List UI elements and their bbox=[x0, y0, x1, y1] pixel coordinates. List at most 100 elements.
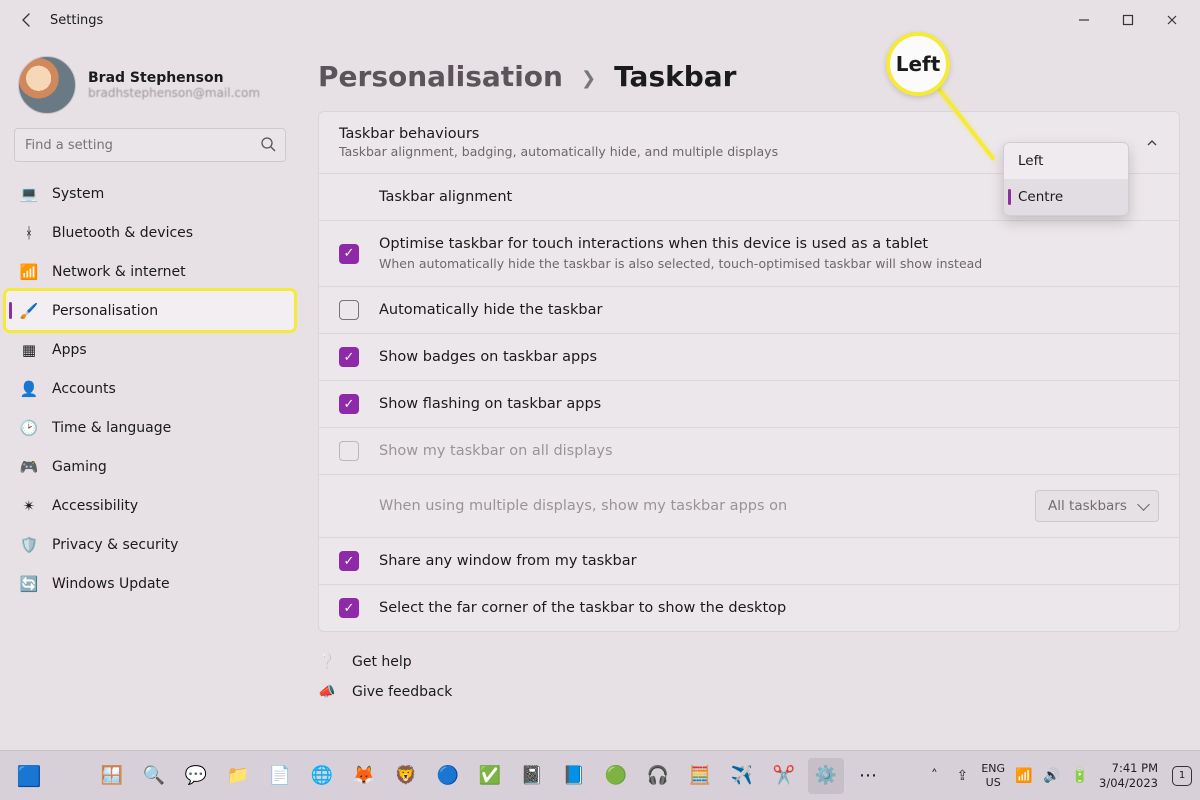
row-far-corner[interactable]: Select the far corner of the taskbar to … bbox=[319, 585, 1179, 631]
firefox-icon[interactable]: 🦊 bbox=[346, 758, 382, 794]
overflow-icon[interactable]: ⋯ bbox=[850, 758, 886, 794]
search-box[interactable] bbox=[14, 128, 286, 162]
account-name: Brad Stephenson bbox=[88, 70, 260, 86]
shield-icon: 🛡️ bbox=[20, 536, 38, 554]
file-explorer-icon[interactable]: 📁 bbox=[220, 758, 256, 794]
checkbox-autohide[interactable] bbox=[339, 300, 359, 320]
sidebar-item-windows-update[interactable]: 🔄Windows Update bbox=[6, 564, 294, 603]
teams-chat-icon[interactable]: 💬 bbox=[178, 758, 214, 794]
sidebar-item-gaming[interactable]: 🎮Gaming bbox=[6, 447, 294, 486]
give-feedback-label: Give feedback bbox=[352, 684, 452, 700]
calculator-icon[interactable]: 🧮 bbox=[682, 758, 718, 794]
share-label: Share any window from my taskbar bbox=[379, 553, 637, 569]
sidebar-item-personalisation[interactable]: 🖌️Personalisation bbox=[6, 291, 294, 330]
titlebar: Settings bbox=[0, 0, 1200, 40]
settings-taskbar-icon[interactable]: ⚙️ bbox=[808, 758, 844, 794]
window-title: Settings bbox=[50, 13, 103, 28]
gaming-icon: 🎮 bbox=[20, 458, 38, 476]
account-email: bradhstephenson@mail.com bbox=[88, 86, 260, 100]
tray-chevron-icon[interactable]: ˄ bbox=[925, 767, 943, 785]
os-taskbar[interactable]: 🟦 🪟 🔍 💬 📁 📄 🌐 🦊 🦁 🔵 ✅ 📓 📘 🟢 🎧 🧮 ✈️ ✂️ ⚙️… bbox=[0, 750, 1200, 800]
breadcrumb-parent[interactable]: Personalisation bbox=[318, 60, 563, 93]
volume-tray-icon[interactable]: 🔊 bbox=[1043, 767, 1061, 785]
alignment-popup[interactable]: Left Centre bbox=[1003, 142, 1129, 216]
all-displays-label: Show my taskbar on all displays bbox=[379, 443, 613, 459]
close-button[interactable] bbox=[1150, 5, 1194, 35]
onenote-icon[interactable]: 📓 bbox=[514, 758, 550, 794]
get-help-link[interactable]: ❔ Get help bbox=[318, 654, 1180, 670]
account-block[interactable]: Brad Stephenson bradhstephenson@mail.com bbox=[0, 50, 300, 128]
callout-text: Left bbox=[896, 52, 941, 76]
optimise-sublabel: When automatically hide the taskbar is a… bbox=[379, 256, 982, 271]
minimize-button[interactable] bbox=[1062, 5, 1106, 35]
sidebar-item-time-language[interactable]: 🕑 Time & language bbox=[6, 408, 294, 447]
sidebar-item-privacy-security[interactable]: 🛡️Privacy & security bbox=[6, 525, 294, 564]
breadcrumb-current: Taskbar bbox=[614, 60, 736, 93]
badges-label: Show badges on taskbar apps bbox=[379, 349, 597, 365]
clock[interactable]: 7:41 PM 3/04/2023 bbox=[1099, 761, 1158, 790]
row-share-window[interactable]: Share any window from my taskbar bbox=[319, 538, 1179, 585]
content: Left Personalisation ❯ Taskbar Taskbar b… bbox=[300, 40, 1200, 750]
callout-bubble: Left bbox=[886, 32, 950, 96]
language-indicator[interactable]: ENG US bbox=[981, 762, 1005, 788]
sidebar-item-system[interactable]: 💻System bbox=[6, 174, 294, 213]
sidebar-item-apps[interactable]: ▦Apps bbox=[6, 330, 294, 369]
sidebar-item-accessibility[interactable]: ✴Accessibility bbox=[6, 486, 294, 525]
chrome-icon[interactable]: 🔵 bbox=[430, 758, 466, 794]
snip-icon[interactable]: ✂️ bbox=[766, 758, 802, 794]
clock-time: 7:41 PM bbox=[1099, 761, 1158, 775]
bluetooth-icon: ᚼ bbox=[20, 224, 38, 242]
autohide-label: Automatically hide the taskbar bbox=[379, 302, 602, 318]
brave-icon[interactable]: 🦁 bbox=[388, 758, 424, 794]
avatar bbox=[18, 56, 76, 114]
notif-count: 1 bbox=[1179, 770, 1185, 781]
notepad-icon[interactable]: 📄 bbox=[262, 758, 298, 794]
checkbox-flashing[interactable] bbox=[339, 394, 359, 414]
telegram-icon[interactable]: ✈️ bbox=[724, 758, 760, 794]
alignment-option-left[interactable]: Left bbox=[1004, 143, 1128, 179]
sidebar-item-label: Network & internet bbox=[52, 264, 186, 280]
spotify-icon[interactable]: 🟢 bbox=[598, 758, 634, 794]
start-button[interactable]: 🪟 bbox=[94, 758, 130, 794]
clock-icon: 🕑 bbox=[20, 419, 38, 437]
sidebar-item-label: Time & language bbox=[52, 420, 171, 436]
search-input[interactable] bbox=[14, 128, 286, 162]
row-multi-displays: When using multiple displays, show my ta… bbox=[319, 475, 1179, 538]
update-icon: 🔄 bbox=[20, 575, 38, 593]
accounts-icon: 👤 bbox=[20, 380, 38, 398]
notifications-button[interactable]: 1 bbox=[1172, 766, 1192, 786]
wifi-tray-icon[interactable]: 📶 bbox=[1015, 767, 1033, 785]
row-autohide[interactable]: Automatically hide the taskbar bbox=[319, 287, 1179, 334]
battery-tray-icon[interactable]: 🔋 bbox=[1071, 767, 1089, 785]
word-icon[interactable]: 📘 bbox=[556, 758, 592, 794]
back-button[interactable] bbox=[10, 3, 44, 37]
dropbox-tray-icon[interactable]: ⇪ bbox=[953, 767, 971, 785]
alignment-option-centre[interactable]: Centre bbox=[1004, 179, 1128, 215]
row-badges[interactable]: Show badges on taskbar apps bbox=[319, 334, 1179, 381]
checkbox-badges[interactable] bbox=[339, 347, 359, 367]
widgets-button[interactable]: 🟦 bbox=[8, 759, 50, 793]
maximize-button[interactable] bbox=[1106, 5, 1150, 35]
lang-line2: US bbox=[981, 776, 1005, 789]
sidebar-item-label: Personalisation bbox=[52, 303, 158, 319]
panel-title: Taskbar behaviours bbox=[339, 126, 778, 142]
give-feedback-link[interactable]: 📣 Give feedback bbox=[318, 684, 1180, 700]
feedback-icon: 📣 bbox=[318, 684, 336, 700]
sidebar: Brad Stephenson bradhstephenson@mail.com… bbox=[0, 40, 300, 750]
sidebar-item-label: Accounts bbox=[52, 381, 116, 397]
row-optimise-touch[interactable]: Optimise taskbar for touch interactions … bbox=[319, 221, 1179, 287]
checkbox-optimise-touch[interactable] bbox=[339, 244, 359, 264]
todo-icon[interactable]: ✅ bbox=[472, 758, 508, 794]
help-icon: ❔ bbox=[318, 654, 336, 670]
optimise-label: Optimise taskbar for touch interactions … bbox=[379, 236, 982, 252]
get-help-label: Get help bbox=[352, 654, 412, 670]
sidebar-item-bluetooth-devices[interactable]: ᚼBluetooth & devices bbox=[6, 213, 294, 252]
row-flashing[interactable]: Show flashing on taskbar apps bbox=[319, 381, 1179, 428]
edge-icon[interactable]: 🌐 bbox=[304, 758, 340, 794]
checkbox-share-window[interactable] bbox=[339, 551, 359, 571]
sidebar-item-network-internet[interactable]: 📶Network & internet bbox=[6, 252, 294, 291]
checkbox-far-corner[interactable] bbox=[339, 598, 359, 618]
sidebar-item-accounts[interactable]: 👤 Accounts bbox=[6, 369, 294, 408]
search-button[interactable]: 🔍 bbox=[136, 758, 172, 794]
headphones-icon[interactable]: 🎧 bbox=[640, 758, 676, 794]
